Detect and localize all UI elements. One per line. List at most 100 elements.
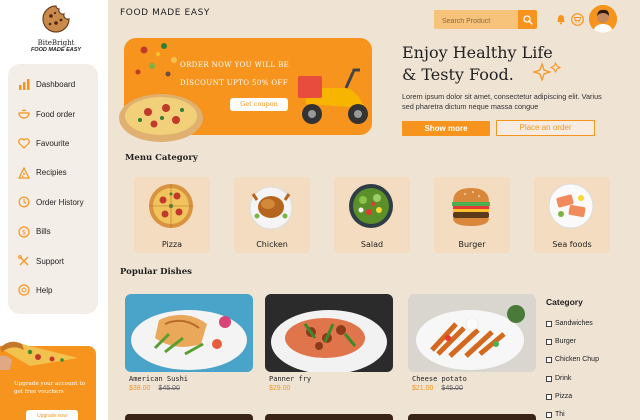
pizza-slice-image [0,341,78,370]
promo-text: Upgrade your account to get free voucher… [14,381,85,395]
history-icon [17,195,31,209]
dish-image [408,294,536,372]
dish-card-partial [265,414,393,420]
pizza-image [149,184,193,228]
checkbox[interactable] [546,338,552,345]
sidebar-item-label: Help [36,285,53,295]
dish-current-price: $38.00 [129,385,151,392]
page-title: FOOD MADE EASY [120,8,210,18]
sidebar-item-dashboard[interactable]: Dashboard [8,70,98,99]
place-order-button[interactable]: Place an order [496,120,595,136]
bell-icon[interactable] [555,13,567,25]
checkbox[interactable] [546,411,552,418]
dish-card[interactable]: Cheese potato $21.00 $45.00 [408,294,536,392]
category-filter-title: Category [546,297,583,307]
dish-price: $38.00 $45.00 [125,385,253,392]
hero-heading-line2: & Testy Food. [402,65,514,84]
dish-image [265,294,393,372]
sidebar-item-recipies[interactable]: Recipies [8,158,98,187]
cart-icon[interactable] [571,13,584,26]
salad-image [349,184,393,228]
dish-card[interactable]: American Sushi $38.00 $45.00 [125,294,253,392]
sidebar-item-support[interactable]: Support [8,246,98,275]
search-icon [522,14,533,25]
category-label: Burger [458,240,486,249]
category-card-sea-foods[interactable]: Sea foods [534,177,610,253]
pizza-image [119,94,203,142]
sidebar-item-favourite[interactable]: Favourite [8,129,98,158]
dish-card[interactable]: Panner fry $29.00 [265,294,393,392]
sidebar-item-help[interactable]: Help [8,276,98,305]
dish-old-price: $45.00 [158,385,180,392]
search-input[interactable] [434,12,518,31]
sidebar-item-food-order[interactable]: Food order [8,99,98,128]
floating-toppings-image [135,43,177,77]
filter-checkbox-burger[interactable]: Burger [546,338,576,345]
brand-logo[interactable]: BiteBright FOOD MADE EASY [28,4,84,54]
sparkle-icon [532,61,562,82]
filter-checkbox-drink[interactable]: Drink [546,375,571,382]
sidebar-item-bills[interactable]: $ Bills [8,217,98,246]
burger-image [452,188,490,226]
dish-price: $29.00 [265,385,393,392]
dish-image [125,294,253,372]
category-label: Salad [360,240,384,249]
dish-name: Panner fry [269,375,312,383]
sidebar-item-label: Dashboard [36,80,76,90]
checkbox[interactable] [546,375,552,382]
show-more-button[interactable]: Show more [402,121,490,136]
main-content: FOOD MADE EASY ORDER NOW YOU WILL [108,0,640,420]
checkbox[interactable] [546,356,552,363]
filter-label: Pizza [555,393,573,400]
discount-banner: ORDER NOW YOU WILL BE DISCOUNT UPTO 50% … [119,38,372,142]
filter-checkbox-chicken-chup[interactable]: Chicken Chup [546,356,599,363]
bar-chart-icon [17,78,31,92]
user-avatar[interactable] [589,5,617,33]
sidebar: BiteBright FOOD MADE EASY Dashboard Food… [0,0,108,420]
dish-price: $21.00 $45.00 [408,385,536,392]
filter-checkbox-sandwiches[interactable]: Sandwiches [546,320,593,327]
dish-name: Cheese potato [412,375,467,383]
filter-label: Thi [555,411,565,418]
checkbox[interactable] [546,320,552,327]
filter-label: Drink [555,375,572,382]
sidebar-item-order-history[interactable]: Order History [8,188,98,217]
category-card-salad[interactable]: Salad [334,177,410,253]
category-card-chicken[interactable]: Chicken [234,177,310,253]
checkbox[interactable] [546,393,552,400]
popular-dishes-title: Popular Dishes [120,267,192,277]
category-label: Sea foods [552,240,592,249]
filter-checkbox-thi[interactable]: Thi [546,411,565,418]
banner-text: ORDER NOW YOU WILL BE DISCOUNT UPTO 50% … [180,61,290,87]
hero-heading-line1: Enjoy Healthy Life [402,43,553,62]
category-label: Pizza [161,240,183,249]
get-coupon-button[interactable]: Get coupon [230,98,288,111]
svg-text:$: $ [22,228,26,236]
category-card-burger[interactable]: Burger [434,177,510,253]
pizza-slice-icon [17,166,31,180]
sidebar-item-label: Food order [36,109,76,119]
category-card-pizza[interactable]: Pizza [134,177,210,253]
dish-card-partial [408,414,536,420]
heart-icon [17,136,31,150]
filter-checkbox-pizza[interactable]: Pizza [546,393,572,400]
search-button[interactable] [518,10,537,29]
delivery-scooter-image [298,53,368,124]
dish-old-price: $45.00 [441,385,463,392]
brand-tagline: FOOD MADE EASY [30,47,82,53]
tools-icon [17,254,31,268]
hero-description: Lorem ipsum dolor sit amet, consectetur … [402,92,602,111]
sidebar-item-label: Support [36,256,65,266]
sidebar-nav: Dashboard Food order Favourite Recipies … [8,64,98,314]
category-label: Chicken [256,240,288,249]
dish-current-price: $21.00 [412,385,434,392]
dish-current-price: $29.00 [269,385,291,392]
sidebar-item-label: Bills [36,227,51,237]
user-avatar-image [589,5,617,33]
help-icon [17,283,31,297]
upgrade-button[interactable]: Upgrade now [26,410,78,420]
sidebar-item-label: Recipies [36,168,67,178]
sidebar-item-label: Order History [36,197,84,207]
search-box [434,10,518,31]
filter-label: Chicken Chup [555,356,599,363]
